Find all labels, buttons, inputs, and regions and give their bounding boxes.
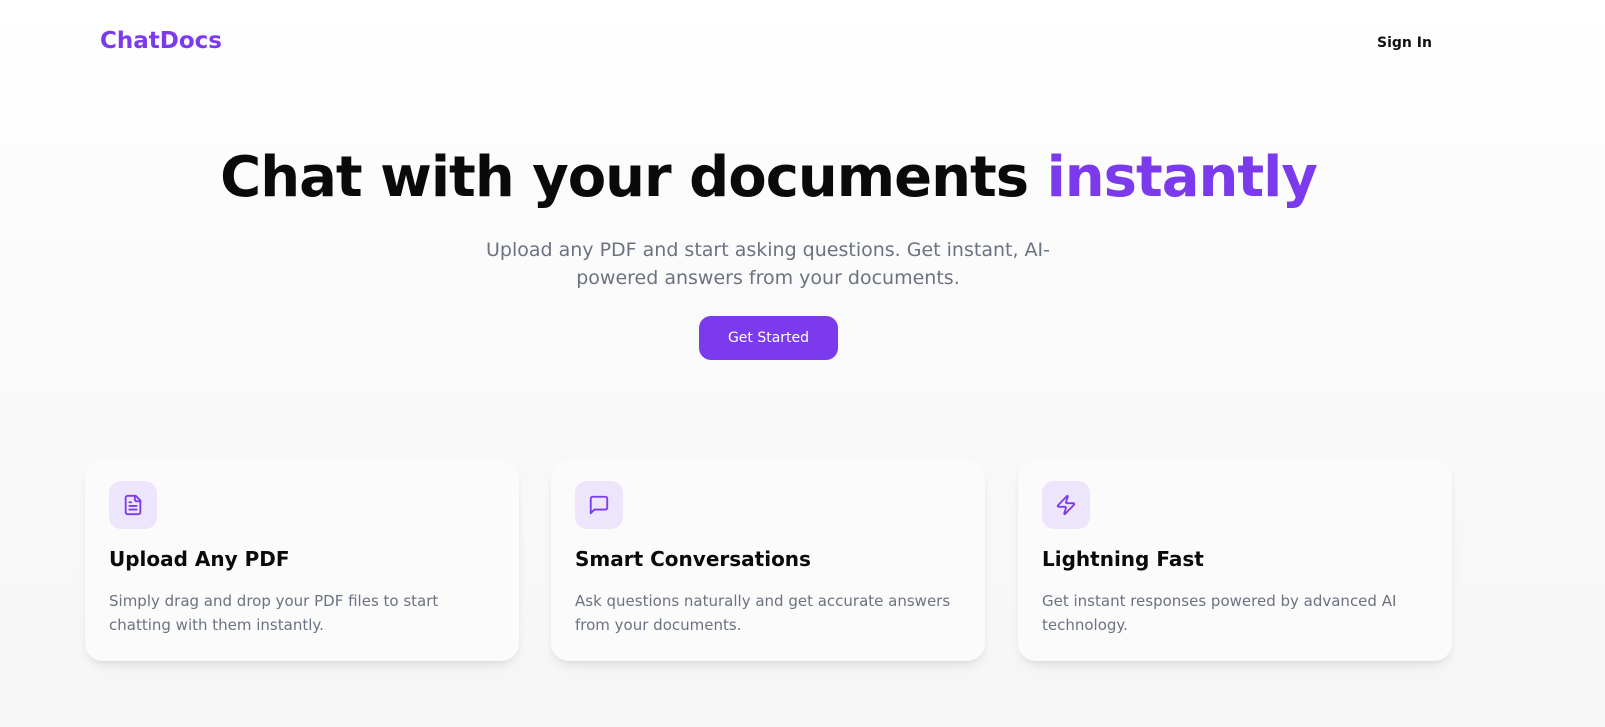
hero-subtitle: Upload any PDF and start asking question… bbox=[486, 239, 1050, 289]
hero-title-accent: instantly bbox=[1046, 145, 1318, 210]
hero-title: Chat with your documents instantly bbox=[0, 145, 1537, 210]
feature-title: Smart Conversations bbox=[575, 547, 811, 571]
feature-description: Get instant responses powered by advance… bbox=[1042, 592, 1397, 634]
feature-card-upload: Upload Any PDF Simply drag and drop your… bbox=[85, 460, 519, 661]
feature-card-conversations: Smart Conversations Ask questions natura… bbox=[551, 460, 985, 661]
feature-card-fast: Lightning Fast Get instant responses pow… bbox=[1018, 460, 1452, 661]
feature-title: Lightning Fast bbox=[1042, 547, 1204, 571]
hero-title-main: Chat with your documents bbox=[220, 145, 1029, 210]
message-square-icon bbox=[575, 481, 623, 529]
feature-title: Upload Any PDF bbox=[109, 547, 290, 571]
brand-logo[interactable]: ChatDocs bbox=[100, 28, 222, 54]
get-started-button[interactable]: Get Started bbox=[699, 316, 838, 360]
zap-icon bbox=[1042, 481, 1090, 529]
feature-description: Simply drag and drop your PDF files to s… bbox=[109, 592, 439, 634]
file-text-icon bbox=[109, 481, 157, 529]
sign-in-button[interactable]: Sign In bbox=[1377, 35, 1432, 51]
feature-description: Ask questions naturally and get accurate… bbox=[575, 592, 951, 634]
top-nav: ChatDocs Sign In bbox=[0, 0, 1605, 88]
